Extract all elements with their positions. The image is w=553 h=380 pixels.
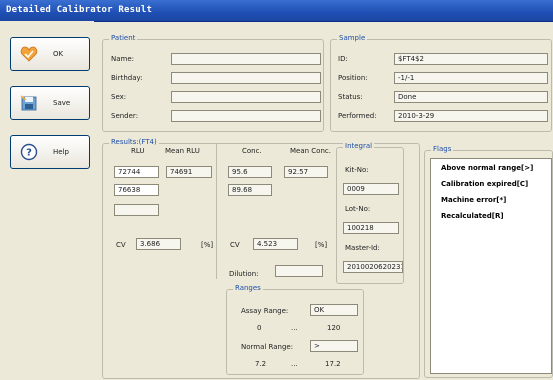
cv-rlu-percent: [%] bbox=[201, 241, 214, 249]
conc-value-1: 95.6 bbox=[228, 166, 272, 178]
cv-rlu-label: CV bbox=[116, 241, 126, 249]
svg-text:?: ? bbox=[26, 148, 32, 159]
flags-list: Above normal range[>] Calibration expire… bbox=[430, 158, 552, 374]
action-panel: OK Save ? Help bbox=[0, 21, 94, 380]
status-label: Status: bbox=[338, 93, 363, 101]
rlu-value-2: 76638 bbox=[114, 184, 159, 196]
cv-rlu-field: 3.686 bbox=[136, 238, 181, 250]
help-button-label: Help bbox=[53, 148, 69, 156]
ranges-group-title: Ranges bbox=[233, 284, 263, 292]
conc-header: Conc. bbox=[242, 147, 262, 155]
patient-group-title: Patient bbox=[109, 34, 138, 42]
ranges-group: Ranges Assay Range: OK 0 ... 120 Normal … bbox=[226, 284, 364, 375]
rlu-value-3 bbox=[114, 204, 159, 216]
conc-value-2: 89.68 bbox=[228, 184, 272, 196]
lot-label: Lot-No: bbox=[345, 205, 371, 213]
window-title: Detailed Calibrator Result bbox=[6, 5, 153, 15]
status-field: Done bbox=[394, 91, 548, 103]
sex-field bbox=[171, 91, 321, 103]
dilution-label: Dilution: bbox=[229, 270, 259, 278]
save-button[interactable]: Save bbox=[10, 86, 90, 120]
birthday-field bbox=[171, 72, 321, 84]
assay-low: 0 bbox=[257, 324, 262, 332]
lot-field: 100218 bbox=[343, 222, 399, 234]
normal-range-status: > bbox=[310, 340, 358, 352]
mean-conc-header: Mean Conc. bbox=[290, 147, 331, 155]
cv-conc-label: CV bbox=[230, 241, 240, 249]
rlu-header: RLU bbox=[131, 147, 145, 155]
name-label: Name: bbox=[111, 55, 135, 63]
content-area: Patient Name: Birthday: Sex: Sender: Sam… bbox=[100, 28, 553, 380]
mean-rlu-header: Mean RLU bbox=[165, 147, 200, 155]
performed-label: Performed: bbox=[338, 112, 377, 120]
integral-group-title: Integral bbox=[343, 142, 375, 150]
normal-range-label: Normal Range: bbox=[241, 343, 294, 351]
sender-field bbox=[171, 110, 321, 122]
mean-rlu-field: 74691 bbox=[166, 166, 212, 178]
position-field: -1/-1 bbox=[394, 72, 548, 84]
id-label: ID: bbox=[338, 55, 348, 63]
ok-button[interactable]: OK bbox=[10, 37, 90, 71]
title-bar: Detailed Calibrator Result bbox=[0, 0, 553, 22]
results-group-title: Results:(FT4) bbox=[109, 138, 159, 146]
heart-check-icon bbox=[20, 46, 38, 62]
dilution-field bbox=[275, 265, 323, 277]
master-label: Master-Id: bbox=[345, 244, 380, 252]
flags-group-title: Flags bbox=[431, 145, 454, 153]
assay-range-label: Assay Range: bbox=[241, 307, 289, 315]
ok-button-label: OK bbox=[53, 50, 64, 58]
master-field: 20100206202310 bbox=[343, 261, 403, 273]
help-icon: ? bbox=[20, 143, 38, 161]
assay-ellipsis: ... bbox=[291, 324, 298, 332]
assay-range-status: OK bbox=[310, 304, 358, 316]
cv-conc-percent: [%] bbox=[315, 241, 328, 249]
integral-group: Integral Kit-No: 0009 Lot-No: 100218 Mas… bbox=[336, 142, 404, 284]
cv-conc-field: 4.523 bbox=[253, 238, 298, 250]
rlu-value-1: 72744 bbox=[114, 166, 159, 178]
performed-field: 2010-3-29 bbox=[394, 110, 548, 122]
sample-id-field: $FT4$2 bbox=[394, 53, 548, 65]
calibrator-result-window: Detailed Calibrator Result OK Save ? Hel… bbox=[0, 0, 553, 380]
patient-group: Patient Name: Birthday: Sex: Sender: bbox=[102, 34, 324, 132]
column-divider bbox=[216, 144, 217, 279]
flag-item: Above normal range[>] bbox=[441, 164, 534, 172]
sex-label: Sex: bbox=[111, 93, 127, 101]
flag-item: Machine error[*] bbox=[441, 196, 507, 204]
normal-ellipsis: ... bbox=[291, 360, 298, 368]
name-field bbox=[171, 53, 321, 65]
help-button[interactable]: ? Help bbox=[10, 135, 90, 169]
kit-field: 0009 bbox=[343, 183, 399, 195]
flag-item: Recalculated[R] bbox=[441, 212, 504, 220]
save-button-label: Save bbox=[53, 99, 71, 107]
results-group: Results:(FT4) RLU Mean RLU 72744 74691 7… bbox=[102, 138, 420, 379]
flag-item: Calibration expired[C] bbox=[441, 180, 529, 188]
sample-group: Sample ID: $FT4$2 Position: -1/-1 Status… bbox=[330, 34, 552, 132]
normal-high: 17.2 bbox=[325, 360, 341, 368]
birthday-label: Birthday: bbox=[111, 74, 143, 82]
normal-low: 7.2 bbox=[255, 360, 267, 368]
sample-group-title: Sample bbox=[337, 34, 368, 42]
sender-label: Sender: bbox=[111, 112, 139, 120]
assay-high: 120 bbox=[327, 324, 341, 332]
kit-label: Kit-No: bbox=[345, 166, 369, 174]
mean-conc-field: 92.57 bbox=[284, 166, 328, 178]
save-disk-icon bbox=[20, 95, 37, 111]
position-label: Position: bbox=[338, 74, 368, 82]
